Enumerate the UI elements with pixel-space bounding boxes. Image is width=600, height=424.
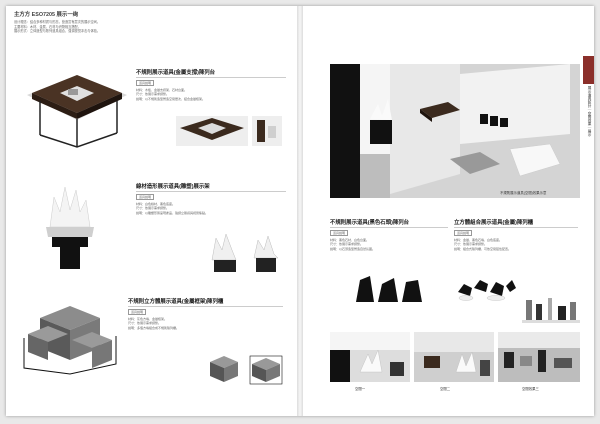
- section-3-title: 不規則立方體展示道具(金屬框架)陳列櫃: [128, 297, 283, 307]
- right-section-2-text-line-3: 說明：組合式陳列櫃，可依空間彈性配置。: [454, 246, 512, 251]
- section-2-text-line-3: 說明：以雕塑形態呈現產品，強調立體感與視覺焦點。: [136, 210, 209, 215]
- right-section-2-title: 立方體組合展示道具(金屬)陳列櫃: [454, 218, 578, 228]
- header-line-3: 展示形式：立体造型与陈列道具组合，强调视觉冲击与体验。: [14, 29, 101, 34]
- bottom-caption-2: 空間二: [440, 387, 451, 391]
- cube-detail-thumb-1: [204, 350, 244, 386]
- hero-space-render: [330, 64, 580, 198]
- right-section-1-text: 材料：黑色石材、白色台面。 尺寸：依展示需求調整。 說明：以石頭造型營造自然氛圍…: [330, 238, 448, 251]
- sculpture-detail-thumb-1: [204, 230, 244, 274]
- right-section-1-sub: 道具說明: [330, 230, 349, 236]
- table-detail-thumb-2: [252, 116, 282, 146]
- side-tab: 展示道具設計｜空間效果｜展示: [583, 56, 594, 164]
- section-3-text: 材料：灰色方塊、金屬框架。 尺寸：依展示需求調整。 說明：多個方塊組合成不規則陳…: [128, 317, 288, 330]
- rock-cluster-render: [458, 280, 516, 301]
- display-set-render: [522, 298, 580, 323]
- page-gutter: [297, 6, 303, 416]
- hero-caption: 不規則展示道具(空間)效果示意: [500, 191, 547, 195]
- section-3-sub: 道具說明: [128, 309, 147, 315]
- section-1-sub: 道具說明: [136, 80, 155, 86]
- cube-cabinet-render: [23, 306, 117, 375]
- bottom-render-3: [498, 332, 580, 382]
- right-section-2-sub: 道具說明: [454, 230, 473, 236]
- bottom-render-1: [330, 332, 410, 382]
- sculpture-detail-thumb-2: [248, 230, 284, 274]
- cube-detail-thumb-2: [248, 350, 284, 386]
- section-1-title: 不規則展示道具(金屬支撐)陳列台: [136, 68, 286, 78]
- sculpture-render: [46, 186, 94, 269]
- section-2-sub: 道具說明: [136, 194, 155, 200]
- left-header: 主方方 ESO7205 展示一绚 设计理念：结合多种材质与形态，营造富有层次的展…: [14, 10, 134, 40]
- section-2-title: 線材造形展示道具(雕塑)展示架: [136, 182, 286, 192]
- right-section-2-text: 材料：金屬、黑色石塊、白色底座。 尺寸：依展示需求調整。 說明：組合式陳列櫃，可…: [454, 238, 578, 251]
- table-detail-thumb-1: [176, 116, 248, 146]
- right-section-1-text-line-3: 說明：以石頭造型營造自然氛圍。: [330, 246, 376, 251]
- side-tab-label: 展示道具設計｜空間效果｜展示: [588, 86, 592, 137]
- section-3-text-line-3: 說明：多個方塊組合成不規則陳列櫃。: [128, 325, 180, 330]
- section-1-text: 材料：木板、金屬支撐架、石材台面。 尺寸：依展示需求調整。 說明：以不規則造型營…: [136, 88, 286, 101]
- bottom-caption-3: 空間效果三: [522, 387, 539, 391]
- side-tab-marker: [583, 56, 594, 84]
- table-render: [27, 75, 127, 148]
- bottom-caption-1: 空間一: [355, 387, 366, 391]
- page-title: 主方方 ESO7205 展示一绚: [14, 12, 79, 18]
- bottom-render-2: [414, 332, 494, 382]
- section-2-text: 材料：白色線材、黑色底座。 尺寸：依展示需求調整。 說明：以雕塑形態呈現產品，強…: [136, 202, 286, 215]
- section-1-text-line-3: 說明：以不規則造型營造空間層次，結合金屬框架。: [136, 96, 206, 101]
- stones-render: [356, 276, 422, 302]
- right-section-1-title: 不規則展示道具(黑色石頭)陳列台: [330, 218, 448, 228]
